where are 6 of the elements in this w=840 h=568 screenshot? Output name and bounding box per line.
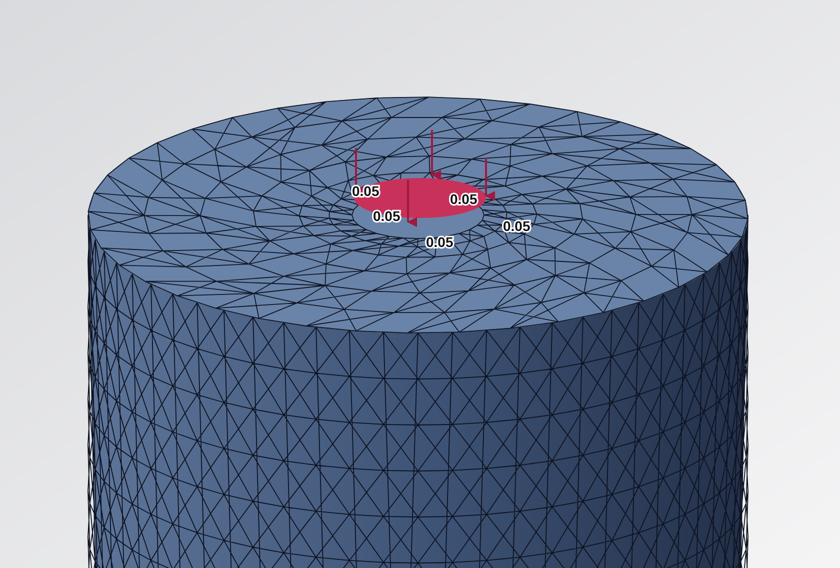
- load-arrow-icon: [431, 130, 441, 180]
- load-value-label: 0.05: [450, 191, 478, 207]
- load-arrow-icon: [485, 158, 495, 201]
- load-arrow-icon: [407, 180, 417, 227]
- load-value-label: 0.05: [352, 183, 380, 199]
- load-value-label: 0.05: [503, 218, 530, 234]
